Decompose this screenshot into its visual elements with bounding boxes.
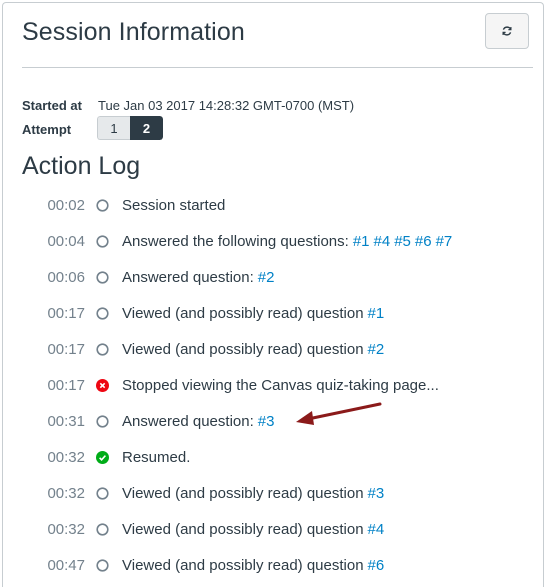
log-entry-description: Viewed (and possibly read) question [122,520,364,538]
question-link[interactable]: #7 [436,233,453,250]
log-entry-time: 00:02 [47,196,85,214]
log-entry-description: Viewed (and possibly read) question [122,340,364,358]
started-at-value: Tue Jan 03 2017 14:28:32 GMT-0700 (MST) [98,98,355,113]
log-entry-text: Answered the following questions: #1 #4 #5 #… [122,233,452,250]
log-entry: 00:32 Resumed. [0,439,540,475]
status-circle-icon [95,234,109,248]
log-entry-time: 00:17 [47,376,85,394]
question-link[interactable]: #3 [258,413,275,430]
error-icon [95,378,109,392]
status-circle-icon [95,414,109,428]
question-link[interactable]: #4 [374,233,391,250]
log-entry-time: 00:06 [47,268,85,286]
action-log-title: Action Log [22,152,141,180]
status-circle-icon [95,558,109,572]
log-entry-text: Resumed. [122,449,190,466]
status-circle-icon [95,486,109,500]
log-entry: 00:32 Viewed (and possibly read) question… [0,475,540,511]
log-entry: 00:06 Answered question: #2 [0,259,540,295]
question-link[interactable]: #6 [368,557,385,574]
status-circle-icon [95,198,109,212]
log-entry-time: 00:31 [47,412,85,430]
status-circle-icon [95,306,109,320]
question-link[interactable]: #1 [368,305,385,322]
log-entry: 00:32 Viewed (and possibly read) question… [0,511,540,547]
log-entry-time: 00:17 [47,304,85,322]
log-entry: 00:04 Answered the following questions: #1… [0,223,540,259]
log-entry-time: 00:32 [47,520,85,538]
log-entry-text: Viewed (and possibly read) question #3 [122,485,384,502]
log-entry-text: Stopped viewing the Canvas quiz-taking p… [122,377,439,394]
log-entry: 00:17 Stopped viewing the Canvas quiz-tak… [0,367,540,403]
log-entry-time: 00:04 [47,232,85,250]
log-entry-text: Viewed (and possibly read) question #6 [122,557,384,574]
log-entry: 00:47 Viewed (and possibly read) question… [0,547,540,583]
log-entry-time: 00:32 [47,448,85,466]
attempt-2-button[interactable]: 2 [130,116,163,140]
log-entry-time: 00:17 [47,340,85,358]
attempt-label: Attempt [22,122,72,137]
question-link[interactable]: #6 [415,233,432,250]
log-entry: 00:17 Viewed (and possibly read) question… [0,331,540,367]
question-link[interactable]: #1 [353,233,370,250]
started-at-label: Started at [22,98,82,113]
log-entry-text: Viewed (and possibly read) question #2 [122,341,384,358]
log-entry-description: Session started [122,196,226,214]
log-entry-text: Answered question: #2 [122,269,274,286]
log-entry-time: 00:47 [47,556,85,574]
question-link[interactable]: #4 [368,521,385,538]
header-divider [22,67,533,68]
question-link[interactable]: #2 [368,341,385,358]
log-entry-description: Viewed (and possibly read) question [122,304,364,322]
log-entry-description: Answered question: [122,412,254,430]
annotation-arrow [296,402,382,425]
status-circle-icon [95,522,109,536]
log-entry: 00:31 Answered question: #3 [0,403,540,439]
attempt-selector: 1 2 [97,116,163,140]
log-entry-description: Answered question: [122,268,254,286]
question-link[interactable]: #5 [394,233,411,250]
log-entry-text: Session started [122,197,225,214]
log-entry-time: 00:32 [47,484,85,502]
question-link[interactable]: #2 [258,269,275,286]
status-circle-icon [95,270,109,284]
log-entry-description: Viewed (and possibly read) question [122,556,364,574]
page-title: Session Information [22,18,245,46]
refresh-icon [502,26,512,36]
status-circle-icon [95,342,109,356]
question-link[interactable]: #3 [368,485,385,502]
attempt-1-button[interactable]: 1 [97,116,130,140]
log-entry-description: Stopped viewing the Canvas quiz-taking p… [122,376,439,394]
log-entry-description: Viewed (and possibly read) question [122,484,364,502]
log-entry-description: Resumed. [122,448,191,466]
log-entry-description: Answered the following questions: [122,232,349,250]
log-entry-text: Answered question: #3 [122,413,274,430]
log-entry-text: Viewed (and possibly read) question #1 [122,305,384,322]
success-icon [95,450,109,464]
log-entry: 00:02 Session started [0,187,540,223]
refresh-button[interactable] [485,13,529,49]
log-entry: 00:17 Viewed (and possibly read) question… [0,295,540,331]
log-entry-text: Viewed (and possibly read) question #4 [122,521,384,538]
